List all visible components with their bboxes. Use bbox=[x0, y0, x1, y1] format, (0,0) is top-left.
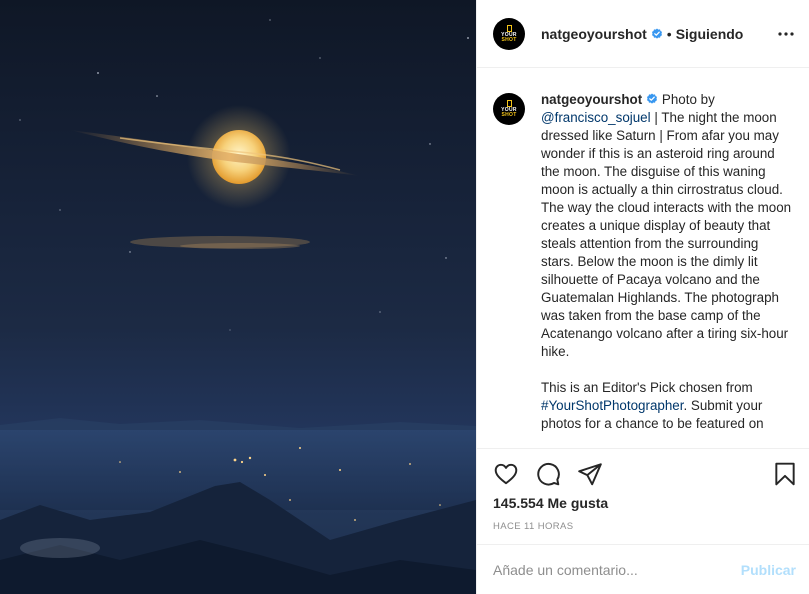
header-separator: • bbox=[666, 25, 672, 42]
bookmark-icon[interactable] bbox=[772, 461, 798, 487]
more-horizontal-icon[interactable] bbox=[776, 24, 796, 44]
comment-bar: Publicar bbox=[477, 544, 809, 594]
avatar[interactable]: YOUR SHOT bbox=[493, 17, 525, 50]
caption-prefix: Photo by bbox=[661, 92, 715, 107]
caption-mention-link[interactable]: @francisco_sojuel bbox=[541, 110, 651, 125]
caption-row: YOUR SHOT natgeoyourshot Photo by @franc… bbox=[493, 91, 794, 433]
actions-area: 145.554 Me gusta HACE 11 HORAS bbox=[477, 448, 809, 544]
share-paper-plane-icon[interactable] bbox=[577, 461, 603, 487]
caption-paragraph-1: natgeoyourshot Photo by @francisco_sojue… bbox=[541, 91, 794, 361]
action-icons bbox=[493, 461, 603, 487]
publish-button[interactable]: Publicar bbox=[741, 562, 796, 578]
caption-avatar[interactable]: YOUR SHOT bbox=[493, 93, 525, 125]
likes-count[interactable]: 145.554 Me gusta bbox=[493, 495, 608, 511]
heart-icon[interactable] bbox=[493, 461, 519, 487]
caption-username[interactable]: natgeoyourshot bbox=[541, 92, 642, 107]
natgeo-logo-icon bbox=[506, 24, 512, 32]
following-button[interactable]: Siguiendo bbox=[676, 26, 744, 42]
caption-area: YOUR SHOT natgeoyourshot Photo by @franc… bbox=[477, 69, 809, 447]
moon-with-cloud-ring-photo bbox=[0, 19, 476, 594]
verified-badge-icon bbox=[651, 28, 662, 39]
instagram-post: YOUR SHOT natgeoyourshot • Siguiendo YOU… bbox=[0, 0, 809, 594]
post-side-panel: YOUR SHOT natgeoyourshot • Siguiendo YOU… bbox=[476, 0, 809, 594]
caption-para2-prefix: This is an Editor's Pick chosen from bbox=[541, 380, 753, 395]
post-header: YOUR SHOT natgeoyourshot • Siguiendo bbox=[477, 0, 809, 68]
verified-badge-icon bbox=[647, 93, 658, 104]
caption-paragraph-2: This is an Editor's Pick chosen from #Yo… bbox=[541, 379, 794, 433]
post-timestamp[interactable]: HACE 11 HORAS bbox=[493, 521, 574, 532]
caption-body: | The night the moon dressed like Saturn… bbox=[541, 110, 792, 359]
header-username[interactable]: natgeoyourshot bbox=[541, 26, 647, 42]
hashtag-link[interactable]: #YourShotPhotographer bbox=[541, 398, 683, 413]
avatar-text-shot: SHOT bbox=[501, 36, 517, 43]
avatar-text-shot: SHOT bbox=[501, 112, 517, 118]
post-photo[interactable] bbox=[0, 0, 476, 594]
caption-text: natgeoyourshot Photo by @francisco_sojue… bbox=[541, 91, 794, 433]
comment-icon[interactable] bbox=[535, 461, 561, 487]
comment-input[interactable] bbox=[493, 561, 741, 578]
natgeo-logo-icon bbox=[506, 100, 512, 107]
